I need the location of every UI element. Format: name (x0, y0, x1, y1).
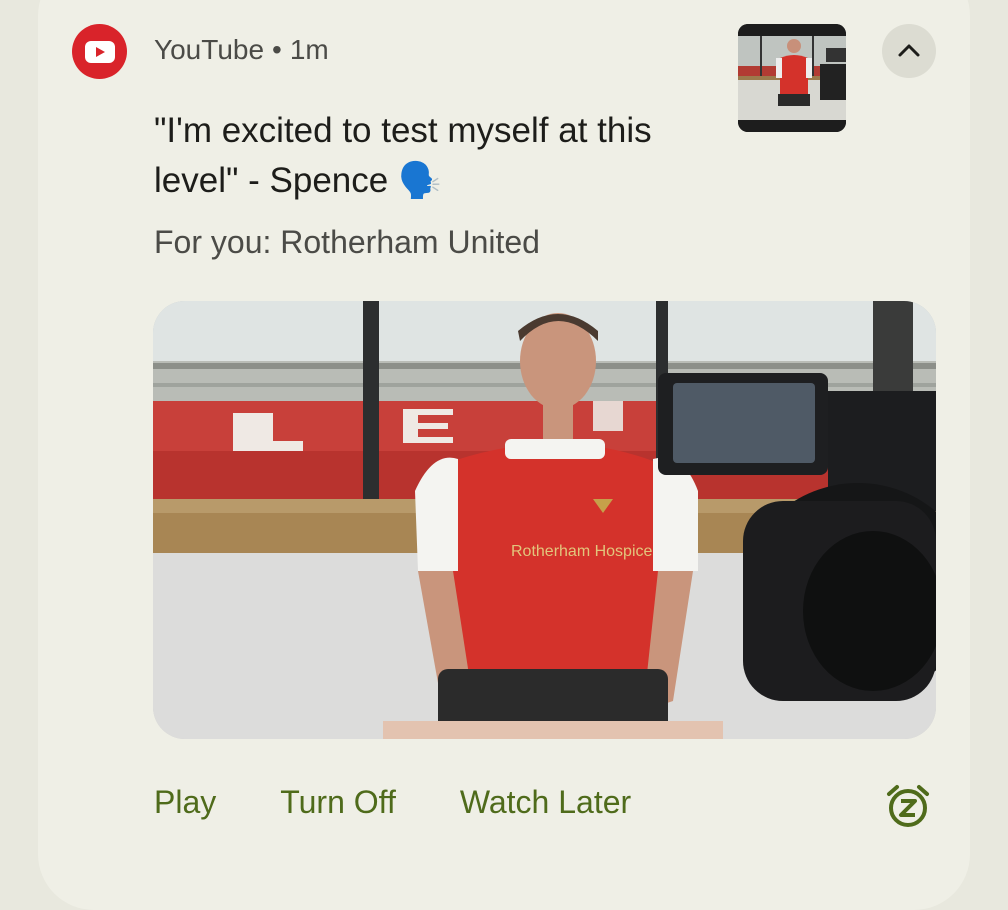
chevron-up-icon (898, 44, 920, 57)
turn-off-action-button[interactable]: Turn Off (280, 784, 396, 821)
separator-dot: • (272, 34, 282, 65)
play-action-button[interactable]: Play (154, 784, 216, 821)
notification-subtext: For you: Rotherham United (154, 224, 540, 260)
app-name: YouTube (154, 34, 265, 65)
youtube-logo-icon (72, 24, 127, 79)
video-thumbnail[interactable] (738, 24, 846, 132)
notification-header: YouTube • 1m (154, 34, 329, 66)
watch-later-action-button[interactable]: Watch Later (460, 784, 631, 821)
shirt-sponsor-text: Rotherham Hospice (511, 543, 653, 560)
collapse-button[interactable] (882, 24, 936, 78)
notification-actions: Play Turn Off Watch Later (154, 784, 631, 821)
video-preview-image[interactable]: Rotherham Hospice (153, 301, 936, 739)
snooze-button[interactable] (884, 782, 932, 830)
timestamp: 1m (289, 34, 329, 65)
snooze-alarm-icon (887, 785, 929, 827)
notification-title: "I'm excited to test myself at this leve… (154, 111, 652, 200)
